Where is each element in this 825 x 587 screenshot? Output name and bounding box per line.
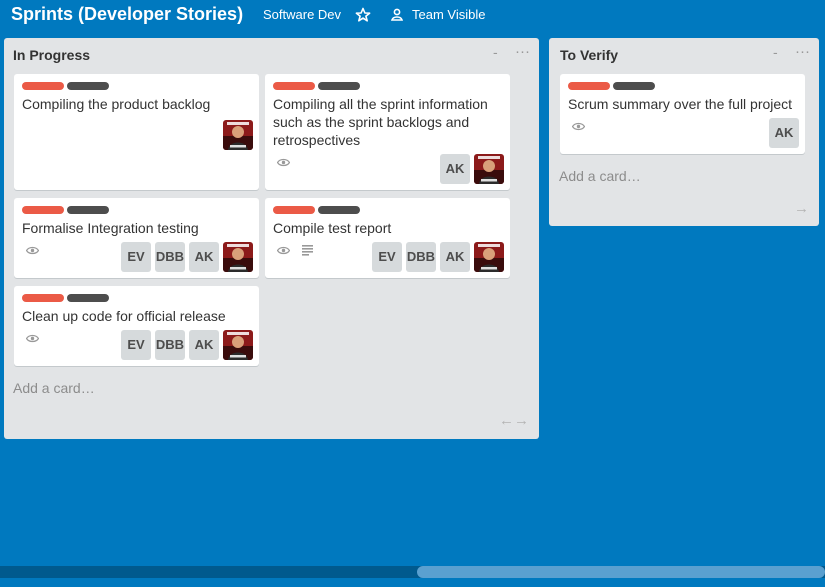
label-red bbox=[273, 206, 315, 214]
card[interactable]: Scrum summary over the full project AK bbox=[560, 74, 805, 154]
list-scroll-arrows[interactable]: ←→ bbox=[499, 412, 529, 429]
member-initials[interactable]: EV bbox=[121, 242, 151, 272]
watch-icon bbox=[277, 246, 290, 255]
member-initials[interactable]: DBB bbox=[155, 330, 185, 360]
member-initials[interactable]: AK bbox=[440, 242, 470, 272]
card[interactable]: Clean up code for official release EV DB… bbox=[14, 286, 259, 366]
card-title-line: Compiling all the sprint information bbox=[273, 96, 488, 112]
card-title-line: retrospectives bbox=[273, 132, 361, 148]
member-initials[interactable]: AK bbox=[189, 330, 219, 360]
label-red bbox=[22, 206, 64, 214]
label-dark bbox=[318, 82, 360, 90]
list-title[interactable]: In Progress bbox=[13, 47, 90, 63]
watch-icon bbox=[26, 334, 39, 343]
list-title[interactable]: To Verify bbox=[560, 47, 618, 63]
board-header: Sprints (Developer Stories) Software Dev… bbox=[0, 0, 825, 32]
card-title: Compiling all the sprint information suc… bbox=[273, 95, 488, 149]
star-icon[interactable] bbox=[355, 7, 371, 23]
member-initials[interactable]: AK bbox=[769, 118, 799, 148]
label-dark bbox=[613, 82, 655, 90]
avatar[interactable] bbox=[474, 242, 504, 272]
list-in-progress: In Progress - ··· Compiling the product … bbox=[4, 38, 539, 439]
member-initials[interactable]: DBB bbox=[406, 242, 436, 272]
label-dark bbox=[67, 82, 109, 90]
card-title: Compile test report bbox=[273, 220, 392, 236]
card[interactable]: Compiling all the sprint information suc… bbox=[265, 74, 510, 190]
board-title[interactable]: Sprints (Developer Stories) bbox=[11, 4, 243, 25]
avatar[interactable] bbox=[223, 242, 253, 272]
label-dark bbox=[67, 294, 109, 302]
list-scroll-arrows[interactable]: → bbox=[794, 200, 809, 217]
member-initials[interactable]: AK bbox=[189, 242, 219, 272]
list-to-verify: To Verify - ··· Scrum summary over the f… bbox=[549, 38, 819, 226]
card-title: Clean up code for official release bbox=[22, 308, 226, 324]
label-red bbox=[273, 82, 315, 90]
list-minimize-button[interactable]: - bbox=[493, 44, 498, 60]
description-icon bbox=[302, 245, 313, 256]
list-minimize-button[interactable]: - bbox=[773, 44, 778, 60]
label-red bbox=[568, 82, 610, 90]
card[interactable]: Compiling the product backlog bbox=[14, 74, 259, 190]
visibility-button[interactable]: Team Visible bbox=[412, 7, 485, 22]
horizontal-scrollbar-thumb[interactable] bbox=[417, 566, 825, 578]
list-menu-button[interactable]: ··· bbox=[515, 43, 530, 60]
team-visibility-icon[interactable] bbox=[390, 7, 406, 23]
member-initials[interactable]: EV bbox=[372, 242, 402, 272]
team-button[interactable]: Software Dev bbox=[263, 7, 341, 22]
member-initials[interactable]: AK bbox=[440, 154, 470, 184]
watch-icon bbox=[572, 122, 585, 131]
list-menu-button[interactable]: ··· bbox=[795, 43, 810, 60]
card-title: Formalise Integration testing bbox=[22, 220, 199, 236]
avatar[interactable] bbox=[223, 330, 253, 360]
card[interactable]: Formalise Integration testing EV DBB AK bbox=[14, 198, 259, 278]
avatar[interactable] bbox=[474, 154, 504, 184]
add-card-link[interactable]: Add a card… bbox=[559, 168, 641, 184]
label-dark bbox=[318, 206, 360, 214]
card[interactable]: Compile test report EV DBB AK bbox=[265, 198, 510, 278]
avatar[interactable] bbox=[223, 120, 253, 150]
watch-icon bbox=[26, 246, 39, 255]
label-dark bbox=[67, 206, 109, 214]
watch-icon bbox=[277, 158, 290, 167]
member-initials[interactable]: DBB bbox=[155, 242, 185, 272]
member-initials[interactable]: EV bbox=[121, 330, 151, 360]
card-title: Compiling the product backlog bbox=[22, 96, 211, 112]
label-red bbox=[22, 82, 64, 90]
label-red bbox=[22, 294, 64, 302]
card-title-line: such as the sprint backlogs and bbox=[273, 114, 470, 130]
add-card-link[interactable]: Add a card… bbox=[13, 380, 95, 396]
card-title: Scrum summary over the full project bbox=[568, 96, 793, 112]
